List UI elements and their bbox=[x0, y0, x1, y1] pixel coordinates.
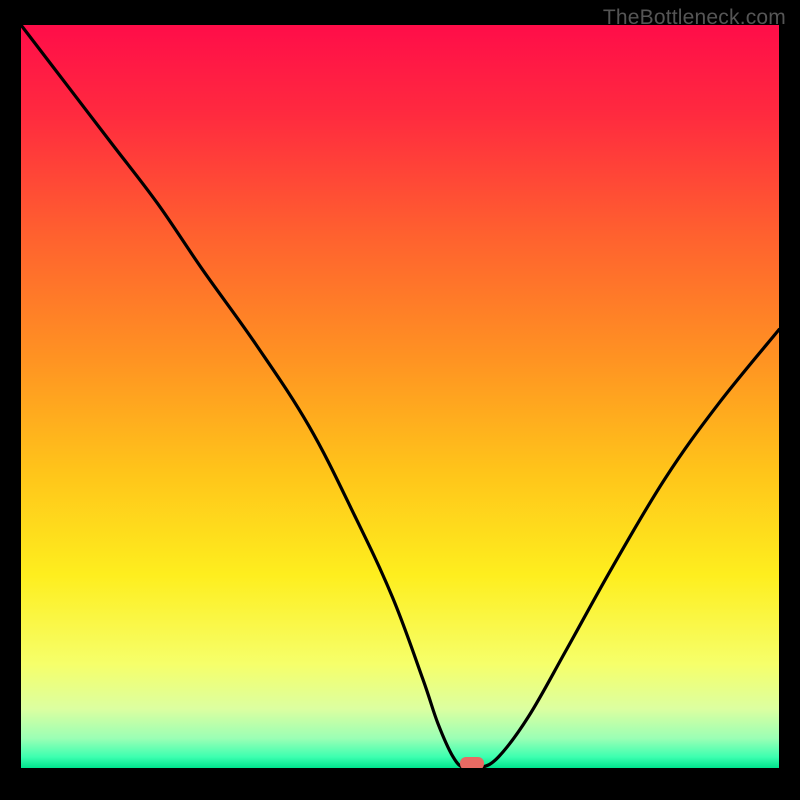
chart-container: TheBottleneck.com bbox=[0, 0, 800, 800]
optimum-marker bbox=[460, 757, 484, 768]
plot-svg bbox=[21, 25, 779, 768]
watermark-text: TheBottleneck.com bbox=[603, 6, 786, 30]
gradient-background bbox=[21, 25, 779, 768]
plot-frame bbox=[21, 25, 779, 768]
